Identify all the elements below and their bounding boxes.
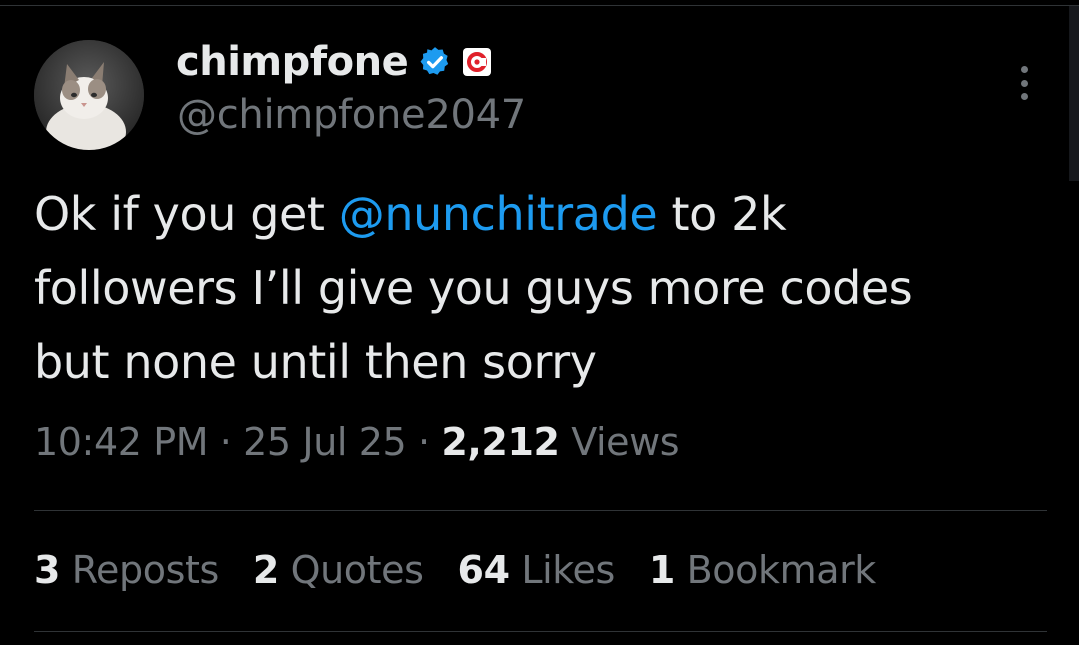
tweet-line-1: Ok if you get @nunchitrade to 2k xyxy=(34,177,1064,251)
affiliate-badge-icon[interactable] xyxy=(462,47,492,77)
quotes-count: 2 xyxy=(252,548,279,592)
tweet-date[interactable]: 25 Jul 25 xyxy=(243,420,407,464)
tweet-line-2: followers I’ll give you guys more codes xyxy=(34,261,913,315)
more-options-icon[interactable] xyxy=(1009,62,1039,104)
likes-label: Likes xyxy=(521,548,615,592)
reposts-count: 3 xyxy=(34,548,61,592)
views-count: 2,212 xyxy=(441,420,560,464)
meta-separator: · xyxy=(417,420,430,464)
scrollbar-track[interactable] xyxy=(1069,6,1079,181)
quotes-label: Quotes xyxy=(290,548,424,592)
avatar[interactable] xyxy=(34,40,144,150)
top-divider xyxy=(0,5,1079,6)
quotes-stat[interactable]: 2 Quotes xyxy=(253,548,424,592)
meta-separator: · xyxy=(219,420,232,464)
engagement-stats: 3 Reposts 2 Quotes 64 Likes 1 Bookmark xyxy=(34,548,876,592)
cat-avatar-icon xyxy=(34,40,144,150)
tweet-text-segment: to 2k xyxy=(657,187,787,241)
tweet-line-3: but none until then sorry xyxy=(34,335,597,389)
more-dot xyxy=(1020,93,1028,100)
bookmarks-label: Bookmark xyxy=(686,548,877,592)
reposts-stat[interactable]: 3 Reposts xyxy=(34,548,219,592)
verified-check-icon[interactable] xyxy=(418,45,452,79)
divider xyxy=(34,510,1047,511)
more-dot xyxy=(1020,66,1028,73)
tweet-time[interactable]: 10:42 PM xyxy=(34,420,208,464)
author-name-row: chimpfone xyxy=(176,34,492,90)
likes-count: 64 xyxy=(457,548,510,592)
tweet-metadata: 10:42 PM · 25 Jul 25 · 2,212 Views xyxy=(34,420,680,464)
tweet-text: Ok if you get @nunchitrade to 2k followe… xyxy=(34,177,1064,399)
views-label: Views xyxy=(571,420,680,464)
display-name[interactable]: chimpfone xyxy=(176,39,409,85)
reposts-label: Reposts xyxy=(71,548,220,592)
mention-link[interactable]: @nunchitrade xyxy=(339,187,658,241)
bookmarks-stat[interactable]: 1 Bookmark xyxy=(649,548,876,592)
tweet-text-segment: Ok if you get xyxy=(34,187,339,241)
likes-stat[interactable]: 64 Likes xyxy=(457,548,616,592)
more-dot xyxy=(1020,79,1028,87)
author-handle[interactable]: @chimpfone2047 xyxy=(177,92,526,138)
divider xyxy=(34,631,1047,632)
bookmarks-count: 1 xyxy=(648,548,675,592)
